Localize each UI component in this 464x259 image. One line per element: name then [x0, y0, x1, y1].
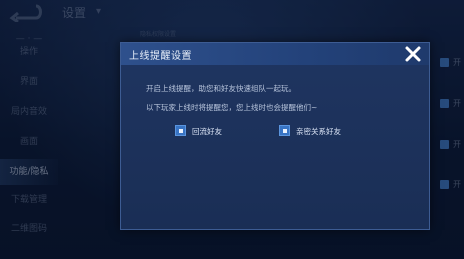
checkbox-checked-icon	[175, 125, 186, 136]
dialog-subdescription: 以下玩家上线时将提醒您，您上线时也会提醒他们~	[146, 103, 318, 112]
dialog-title: 上线提醒设置	[129, 51, 192, 62]
checkbox-label: 回流好友	[192, 127, 222, 136]
dialog-description: 开启上线提醒，助您和好友快速组队一起玩。	[146, 84, 296, 93]
dialog-header: 上线提醒设置	[121, 43, 429, 65]
returning-friends-checkbox[interactable]: 回流好友	[175, 124, 245, 138]
online-reminder-dialog: 上线提醒设置 开启上线提醒，助您和好友快速组队一起玩。 以下玩家上线时将提醒您，…	[120, 42, 430, 230]
checkbox-label: 亲密关系好友	[296, 127, 341, 136]
close-friends-checkbox[interactable]: 亲密关系好友	[279, 124, 369, 138]
close-icon[interactable]	[403, 44, 423, 64]
checkbox-checked-icon	[279, 125, 290, 136]
